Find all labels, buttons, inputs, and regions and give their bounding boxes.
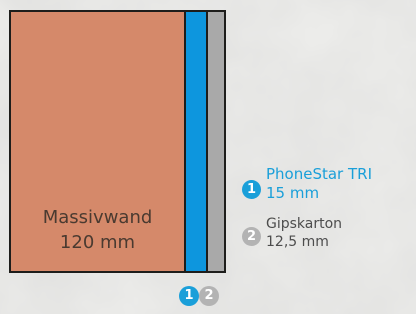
marker-gipskarton: 2 [199, 286, 219, 306]
legend-text: PhoneStar TRI 15 mm [266, 165, 372, 203]
legend-number-badge: 1 [242, 180, 261, 199]
legend-material-name: PhoneStar TRI [266, 165, 373, 183]
layer-markers: 1 2 [175, 286, 239, 308]
gipskarton-layer [206, 10, 226, 273]
legend-text: Gipskarton 12,5 mm [266, 215, 342, 251]
legend-material-name: Gipskarton [266, 216, 343, 232]
massivwand-label: Massivwand 120 mm [9, 205, 186, 255]
phonestar-tri-layer [184, 10, 208, 273]
marker-phonestar-tri: 1 [179, 286, 199, 306]
legend-material-thickness: 15 mm [266, 184, 320, 202]
legend-number-badge: 2 [242, 227, 261, 246]
legend-material-thickness: 12,5 mm [266, 234, 329, 250]
massivwand-thickness: 120 mm [59, 232, 136, 253]
massivwand-name: Massivwand [42, 207, 153, 228]
